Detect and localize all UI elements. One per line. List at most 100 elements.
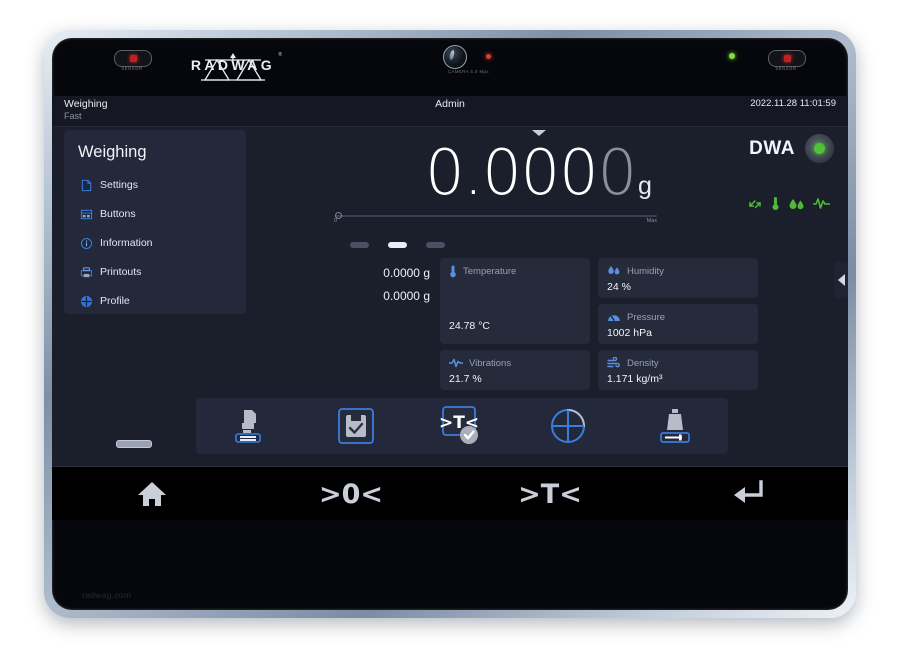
panel-collapse-handle[interactable] bbox=[834, 262, 848, 298]
humidity-icon bbox=[789, 198, 804, 209]
menu-item-printouts[interactable]: Printouts bbox=[80, 261, 240, 283]
bottom-navigation-bar: >0< >T< bbox=[52, 466, 848, 520]
density-icon bbox=[607, 357, 620, 368]
sensor-led-right bbox=[783, 55, 791, 62]
card-header: Density bbox=[607, 357, 659, 369]
weighing-menu-panel: Weighing Settings Buttons Information Pr… bbox=[64, 130, 246, 314]
adjustment-button[interactable] bbox=[622, 398, 728, 454]
status-submode: Fast bbox=[64, 111, 82, 121]
card-value: 21.7 % bbox=[449, 373, 482, 385]
profile-icon bbox=[81, 295, 92, 307]
buttons-icon bbox=[80, 209, 93, 219]
sensor-card-density[interactable]: Density 1.171 kg/m³ bbox=[598, 350, 758, 390]
page-pip-active[interactable] bbox=[388, 242, 407, 248]
drawer-handle[interactable] bbox=[116, 440, 152, 448]
svg-text:>T<: >T< bbox=[518, 479, 582, 510]
print-report-button[interactable] bbox=[196, 398, 302, 454]
card-value: 24.78 °C bbox=[449, 320, 490, 332]
radwag-logo-text: RADWAG bbox=[190, 57, 276, 73]
card-header: Temperature bbox=[449, 265, 516, 278]
sensor-button-left[interactable] bbox=[114, 50, 152, 67]
zero-icon: >0< bbox=[318, 479, 382, 510]
dwa-led-icon bbox=[805, 134, 834, 163]
sensor-led-left bbox=[129, 55, 137, 62]
card-header: Vibrations bbox=[449, 357, 511, 369]
camera-lens-icon bbox=[443, 45, 467, 69]
menu-item-information[interactable]: Information bbox=[80, 232, 240, 254]
humidity-icon bbox=[608, 266, 620, 275]
function-toolbar: >T< bbox=[196, 398, 728, 454]
thermometer-icon bbox=[450, 265, 456, 278]
tare-confirm-button[interactable]: >T< bbox=[409, 398, 515, 454]
zero-button[interactable]: >0< bbox=[251, 467, 450, 520]
camera-led bbox=[486, 54, 491, 59]
sensor-card-pressure[interactable]: Pressure 1002 hPa bbox=[598, 304, 758, 344]
status-datetime: 2022.11.28 11:01:59 bbox=[750, 98, 836, 109]
menu-item-label: Profile bbox=[100, 295, 130, 307]
card-header: Pressure bbox=[607, 311, 665, 323]
registered-mark: ® bbox=[278, 52, 282, 58]
tare-icon: >T< bbox=[518, 479, 582, 510]
weight-slider-icon bbox=[659, 409, 690, 443]
tare-button[interactable]: >T< bbox=[450, 467, 649, 520]
printer-report-icon bbox=[235, 410, 262, 443]
page-pip[interactable] bbox=[350, 242, 369, 248]
enter-icon bbox=[733, 479, 763, 503]
bargraph-track bbox=[335, 215, 657, 217]
card-title: Pressure bbox=[627, 311, 666, 323]
camera-caption: CAMERA 5.0 Mpx bbox=[448, 69, 489, 74]
power-led bbox=[729, 53, 735, 59]
card-value: 1002 hPa bbox=[607, 327, 652, 339]
balance-device: SENSOR RADWAG ® CAMERA 5.0 Mpx SENSOR We… bbox=[44, 30, 856, 618]
pipette-button[interactable] bbox=[515, 398, 621, 454]
save-check-icon bbox=[337, 408, 374, 444]
environment-status-icons bbox=[748, 196, 830, 211]
menu-item-settings[interactable]: Settings bbox=[80, 174, 240, 196]
device-bezel-top: SENSOR RADWAG ® CAMERA 5.0 Mpx SENSOR bbox=[52, 38, 848, 96]
page-indicator[interactable] bbox=[350, 242, 458, 248]
bargraph-min-label: 0 bbox=[334, 218, 338, 224]
card-value: 1.171 kg/m³ bbox=[607, 373, 663, 385]
sensor-card-humidity[interactable]: Humidity 24 % bbox=[598, 258, 758, 298]
card-title: Humidity bbox=[627, 265, 664, 277]
page-pip[interactable] bbox=[426, 242, 445, 248]
vibration-icon bbox=[449, 358, 463, 368]
menu-item-label: Printouts bbox=[100, 266, 142, 278]
tare-check-icon: >T< bbox=[440, 406, 479, 444]
vibration-icon bbox=[813, 198, 830, 209]
dwa-indicator[interactable]: DWA bbox=[749, 134, 834, 163]
menu-item-profile[interactable]: Profile bbox=[80, 290, 240, 312]
bargraph-max-label: Max bbox=[646, 218, 657, 224]
radwag-logo: RADWAG ® bbox=[187, 46, 282, 88]
weight-value-last-digit: 0 bbox=[597, 136, 638, 209]
card-header: Humidity bbox=[607, 265, 664, 277]
reading-value: 0.0000 g bbox=[383, 289, 430, 303]
touch-screen: Weighing Fast Admin 2022.11.28 11:01:59 … bbox=[52, 96, 848, 520]
sensor-left-caption: SENSOR bbox=[121, 66, 143, 71]
reading-value: 0.0000 g bbox=[383, 266, 430, 280]
card-title: Density bbox=[627, 357, 659, 369]
sensor-card-vibrations[interactable]: Vibrations 21.7 % bbox=[440, 350, 590, 390]
sensor-card-temperature[interactable]: Temperature 24.78 °C bbox=[440, 258, 590, 344]
printer-icon bbox=[80, 266, 93, 277]
capacity-bargraph: 0 Max bbox=[334, 210, 657, 224]
airflow-icon bbox=[749, 199, 761, 208]
sensor-button-right[interactable] bbox=[768, 50, 806, 67]
card-title: Vibrations bbox=[469, 357, 512, 369]
chevron-left-icon bbox=[837, 274, 845, 286]
menu-title: Weighing bbox=[78, 143, 147, 161]
enter-button[interactable] bbox=[649, 467, 848, 520]
weight-value: 0.000 bbox=[425, 136, 598, 209]
weight-unit[interactable]: g bbox=[638, 172, 652, 200]
menu-item-label: Settings bbox=[100, 179, 138, 191]
menu-item-buttons[interactable]: Buttons bbox=[80, 203, 240, 225]
info-icon bbox=[80, 237, 93, 249]
thermometer-icon bbox=[772, 197, 779, 210]
card-value: 24 % bbox=[607, 281, 631, 293]
home-button[interactable] bbox=[52, 467, 251, 520]
menu-item-label: Information bbox=[100, 237, 153, 249]
footer-url: radwag.com bbox=[82, 590, 132, 600]
save-button[interactable] bbox=[302, 398, 408, 454]
weight-value-row[interactable]: 0.0000g bbox=[247, 136, 830, 209]
status-user[interactable]: Admin bbox=[52, 98, 848, 110]
